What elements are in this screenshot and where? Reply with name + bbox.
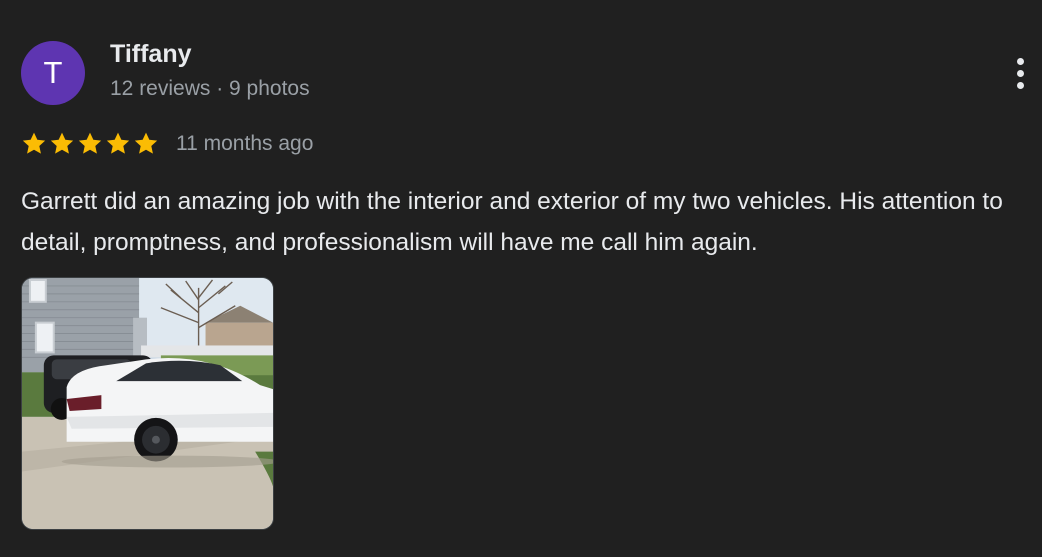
more-vert-icon-dot: [1016, 69, 1024, 77]
review-text: Garrett did an amazing job with the inte…: [21, 188, 1003, 256]
more-vert-icon: [1016, 57, 1024, 65]
car-photo-image: [22, 278, 273, 529]
rating-row: 11 months ago: [21, 128, 313, 160]
reviewer-meta: 12 reviews · 9 photos: [110, 77, 310, 100]
more-vert-icon-dot: [1016, 81, 1024, 89]
more-options-button[interactable]: [1010, 50, 1030, 96]
star-icon: [134, 132, 158, 154]
star-icon: [50, 132, 74, 154]
reviewer-avatar[interactable]: T: [21, 41, 85, 105]
star-icon: [106, 132, 130, 154]
review-photo[interactable]: [21, 277, 274, 530]
star-rating: [21, 131, 159, 157]
star-icon: [22, 132, 46, 154]
review-date: 11 months ago: [176, 132, 314, 155]
review-card: T Tiffany 12 reviews · 9 photos 11 month…: [0, 0, 1042, 557]
reviewer-name[interactable]: Tiffany: [110, 40, 192, 69]
star-icon: [78, 132, 102, 154]
